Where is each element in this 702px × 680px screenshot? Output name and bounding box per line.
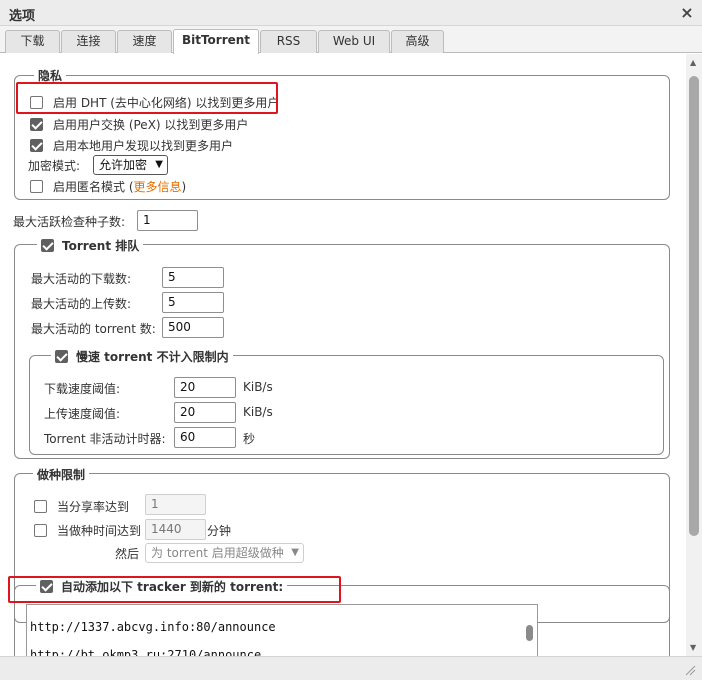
ratio-row: 当分享率达到 xyxy=(34,498,129,515)
queueing-legend: Torrent 排队 xyxy=(37,237,144,254)
then-action-value: 为 torrent 启用超级做种 xyxy=(151,546,284,560)
slow-torrents-checkbox[interactable] xyxy=(55,350,68,363)
ratio-checkbox[interactable] xyxy=(34,500,47,513)
dl-threshold-input[interactable]: 20 xyxy=(174,377,236,398)
ratio-input[interactable]: 1 xyxy=(145,494,206,515)
anonymous-label: 启用匿名模式 ( xyxy=(53,180,134,194)
page-scrollbar[interactable]: ▲ ▼ xyxy=(686,54,702,656)
ul-threshold-input[interactable]: 20 xyxy=(174,402,236,423)
trackers-legend-text: 自动添加以下 tracker 到新的 torrent: xyxy=(61,580,284,594)
anonymous-suffix: ) xyxy=(181,179,187,194)
scroll-down-icon[interactable]: ▼ xyxy=(690,643,696,652)
close-icon[interactable]: × xyxy=(678,4,696,22)
max-uploads-label: 最大活动的上传数: xyxy=(31,297,132,311)
seeding-time-unit: 分钟 xyxy=(207,524,232,538)
lsd-checkbox[interactable] xyxy=(30,139,43,152)
dl-threshold-label: 下载速度阈值: xyxy=(44,382,121,396)
max-checking-label: 最大活跃检查种子数: xyxy=(13,215,126,229)
tab-webui[interactable]: Web UI xyxy=(318,30,390,53)
pex-checkbox[interactable] xyxy=(30,118,43,131)
tab-download[interactable]: 下载 xyxy=(5,30,60,53)
encryption-value: 允许加密 xyxy=(99,158,148,172)
max-uploads-input[interactable]: 5 xyxy=(162,292,224,313)
max-torrents-input[interactable]: 500 xyxy=(162,317,224,338)
seeding-legend: 做种限制 xyxy=(33,466,90,483)
seeding-time-row: 当做种时间达到 xyxy=(34,522,141,539)
ratio-label: 当分享率达到 xyxy=(57,500,130,514)
tab-connection[interactable]: 连接 xyxy=(61,30,116,53)
dl-threshold-unit: KiB/s xyxy=(243,380,273,394)
encryption-label: 加密模式: xyxy=(28,159,81,173)
more-info-link[interactable]: 更多信息 xyxy=(134,178,182,195)
textarea-scrollbar-thumb[interactable] xyxy=(526,625,533,641)
trackers-textarea[interactable]: http://1337.abcvg.info:80/announce http:… xyxy=(26,604,538,656)
slow-torrents-legend: 慢速 torrent 不计入限制内 xyxy=(51,348,233,365)
queueing-checkbox[interactable] xyxy=(41,239,54,252)
encryption-select[interactable]: 允许加密 ▼ xyxy=(93,155,168,175)
trackers-legend: 自动添加以下 tracker 到新的 torrent: xyxy=(36,578,288,595)
seeding-time-checkbox[interactable] xyxy=(34,524,47,537)
then-action-select[interactable]: 为 torrent 启用超级做种 ▼ xyxy=(145,543,304,563)
tracker-line: http://bt.okmp3.ru:2710/announce xyxy=(30,648,262,656)
tab-advanced[interactable]: 高级 xyxy=(391,30,444,53)
ul-threshold-unit: KiB/s xyxy=(243,405,273,419)
tracker-line: http://1337.abcvg.info:80/announce xyxy=(30,620,276,634)
tab-bittorrent[interactable]: BitTorrent xyxy=(173,29,259,54)
tab-bar: 下载 连接 速度 BitTorrent RSS Web UI 高级 xyxy=(0,26,702,54)
tab-speed[interactable]: 速度 xyxy=(117,30,172,53)
privacy-legend: 隐私 xyxy=(34,67,67,84)
chevron-down-icon: ▼ xyxy=(155,159,163,170)
inactive-timer-label: Torrent 非活动计时器: xyxy=(44,432,166,446)
dialog-title: 选项 xyxy=(9,9,36,24)
page-scrollbar-thumb[interactable] xyxy=(689,76,699,536)
trackers-checkbox[interactable] xyxy=(40,580,53,593)
dht-checkbox[interactable] xyxy=(30,96,43,109)
inactive-timer-input[interactable]: 60 xyxy=(174,427,236,448)
slow-torrents-legend-text: 慢速 torrent 不计入限制内 xyxy=(76,350,229,364)
ul-threshold-label: 上传速度阈值: xyxy=(44,407,121,421)
options-content: 隐私 启用 DHT (去中心化网络) 以找到更多用户 启用用户交换 (PeX) … xyxy=(0,54,686,656)
dht-row: 启用 DHT (去中心化网络) 以找到更多用户 xyxy=(30,94,279,111)
seeding-time-label: 当做种时间达到 xyxy=(57,524,142,538)
tab-rss[interactable]: RSS xyxy=(260,30,317,53)
then-label: 然后 xyxy=(115,547,140,561)
inactive-timer-unit: 秒 xyxy=(243,432,256,446)
seeding-time-input[interactable]: 1440 xyxy=(145,519,206,540)
lsd-row: 启用本地用户发现以找到更多用户 xyxy=(30,137,233,154)
dialog-titlebar: 选项 × xyxy=(0,0,702,26)
pex-row: 启用用户交换 (PeX) 以找到更多用户 xyxy=(30,116,248,133)
chevron-down-icon: ▼ xyxy=(291,547,299,558)
encryption-row: 加密模式: xyxy=(28,157,80,174)
dialog-footer xyxy=(0,656,702,680)
max-torrents-label: 最大活动的 torrent 数: xyxy=(31,322,156,336)
max-checking-input[interactable]: 1 xyxy=(137,210,198,231)
anonymous-checkbox[interactable] xyxy=(30,180,43,193)
max-downloads-label: 最大活动的下载数: xyxy=(31,272,132,286)
lsd-label: 启用本地用户发现以找到更多用户 xyxy=(53,139,234,153)
scroll-up-icon[interactable]: ▲ xyxy=(690,58,696,67)
queueing-legend-text: Torrent 排队 xyxy=(62,239,140,253)
max-downloads-input[interactable]: 5 xyxy=(162,267,224,288)
dht-label: 启用 DHT (去中心化网络) 以找到更多用户 xyxy=(53,96,280,110)
resize-grip-icon[interactable] xyxy=(684,664,696,676)
pex-label: 启用用户交换 (PeX) 以找到更多用户 xyxy=(53,118,249,132)
anonymous-row: 启用匿名模式 (更多信息) xyxy=(30,178,186,195)
